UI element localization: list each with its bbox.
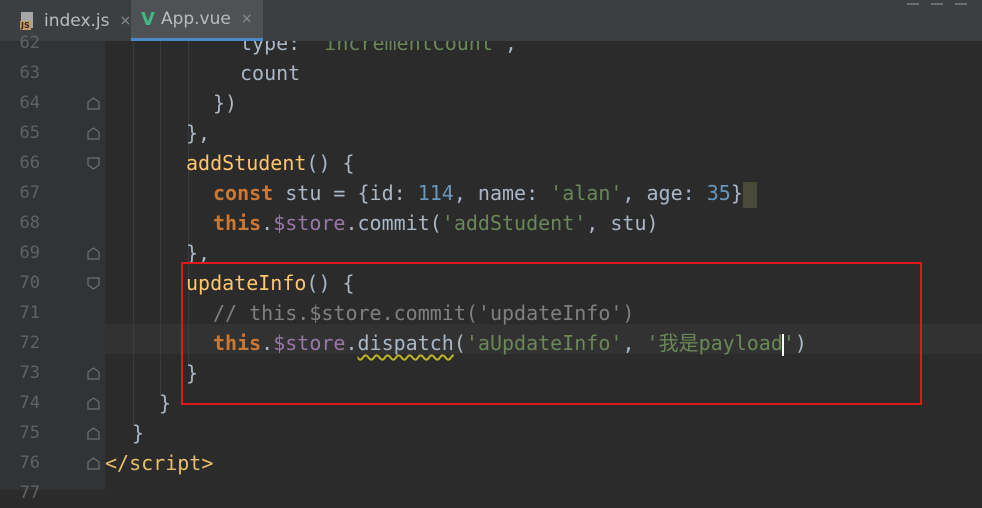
line-number: 68 xyxy=(19,213,40,233)
line-number: 65 xyxy=(19,123,40,143)
code-line-65: }, xyxy=(186,121,211,145)
code-line-76: </script> xyxy=(105,451,214,475)
indent-guide xyxy=(160,41,161,396)
code-line-63: count xyxy=(240,61,301,85)
fold-start-icon[interactable] xyxy=(87,157,100,170)
line-number: 66 xyxy=(19,153,40,173)
tab-label: index.js xyxy=(44,10,110,31)
tab-app-vue[interactable]: V App.vue × xyxy=(131,0,263,41)
brace-match-marker xyxy=(742,181,757,208)
fold-end-icon[interactable] xyxy=(87,457,100,470)
fold-end-icon[interactable] xyxy=(87,97,100,110)
line-number: 77 xyxy=(19,483,40,503)
line-number: 69 xyxy=(19,243,40,263)
tab-label: App.vue xyxy=(160,9,231,29)
code-line-67: const stu = {id: 114, name: 'alan', age:… xyxy=(213,178,757,208)
code-line-74: } xyxy=(159,391,172,415)
vue-file-icon: V xyxy=(141,8,155,30)
js-file-icon: JS xyxy=(20,11,38,30)
window-controls xyxy=(907,0,982,10)
fold-end-icon[interactable] xyxy=(87,247,100,260)
line-number: 72 xyxy=(19,333,40,353)
line-number: 71 xyxy=(19,303,40,323)
line-number: 75 xyxy=(19,423,40,443)
line-number: 64 xyxy=(19,93,40,113)
line-number: 76 xyxy=(19,453,40,473)
line-number: 62 xyxy=(19,33,40,53)
fold-end-icon[interactable] xyxy=(87,127,100,140)
line-number: 63 xyxy=(19,63,40,83)
line-number: 74 xyxy=(19,393,40,413)
line-number: 70 xyxy=(19,273,40,293)
editor-tab-bar: JS index.js × V App.vue × xyxy=(0,0,982,42)
line-number: 67 xyxy=(19,183,40,203)
close-tab-icon[interactable]: × xyxy=(120,13,132,29)
annotation-highlight-box xyxy=(181,262,922,405)
line-number: 73 xyxy=(19,363,40,383)
fold-end-icon[interactable] xyxy=(87,397,100,410)
fold-start-icon[interactable] xyxy=(87,277,100,290)
line-number-gutter: 62 63 64 65 66 67 68 69 70 71 72 73 74 7… xyxy=(0,33,105,503)
fold-end-icon[interactable] xyxy=(87,427,100,440)
close-tab-icon[interactable]: × xyxy=(241,11,253,27)
code-line-68: this.$store.commit('addStudent', stu) xyxy=(213,211,659,235)
fold-end-icon[interactable] xyxy=(87,367,100,380)
code-line-75: } xyxy=(132,421,145,445)
indent-guide xyxy=(133,41,134,426)
code-line-66: addStudent() { xyxy=(186,151,355,175)
code-line-64: }) xyxy=(213,91,238,115)
code-line-62: type: 'incrementCount', xyxy=(240,41,517,55)
